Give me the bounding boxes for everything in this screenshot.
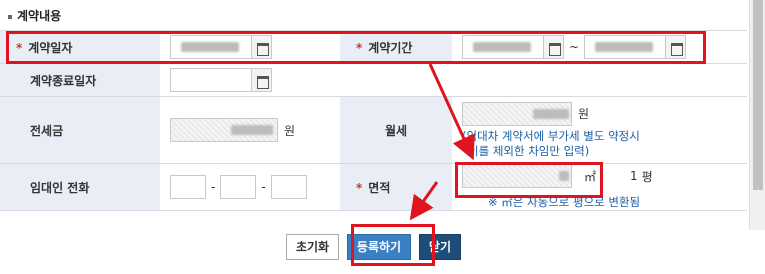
submit-button[interactable]: 등록하기 (346, 234, 412, 260)
monthly-rent-note-1: (임대차 계약서에 부가세 별도 약정시 (462, 128, 640, 143)
deposit-input[interactable] (170, 118, 278, 142)
calendar-icon[interactable] (666, 35, 687, 59)
button-bar: 초기화 등록하기 닫기 (0, 234, 747, 260)
tenant-phone-label: 임대인 전화 (0, 163, 160, 211)
bullet-icon (8, 14, 12, 19)
pyeong-value: 1 (630, 169, 638, 183)
area-cell: ㎡ 1 평 ※ ㎡은 자동으로 평으로 변환됨 (452, 163, 747, 211)
phone-separator: - (211, 180, 216, 194)
contract-period-start-input[interactable] (462, 35, 544, 59)
contract-end-date-label: 계약종료일자 (0, 63, 160, 97)
contract-date-cell (160, 30, 340, 64)
tenant-phone-cell: -- (160, 163, 340, 211)
section-title: 계약내용 (8, 7, 61, 24)
area-unit: ㎡ (584, 169, 597, 184)
monthly-rent-label: 월세 (340, 96, 452, 164)
contract-end-date-cell (160, 63, 340, 97)
contract-date-label: 계약일자 (0, 30, 160, 64)
calendar-icon[interactable] (544, 35, 564, 59)
contract-form: 계약일자 계약기간 ~ 계약종료일자 전세금 원 월세 원 (임대차 계약서에 … (0, 30, 747, 211)
period-separator: ~ (569, 40, 580, 54)
phone-part-3-input[interactable] (270, 175, 307, 199)
pyeong-unit: 평 (641, 169, 653, 184)
monthly-rent-note-2: 이를 제외한 차임만 입력) (468, 143, 590, 158)
monthly-rent-cell: 원 (임대차 계약서에 부가세 별도 약정시 이를 제외한 차임만 입력) (452, 96, 747, 164)
section-title-text: 계약내용 (17, 9, 62, 23)
area-note: ※ ㎡은 자동으로 평으로 변환됨 (488, 195, 641, 209)
reset-button[interactable]: 초기화 (285, 234, 340, 260)
close-button[interactable]: 닫기 (418, 234, 462, 260)
contract-period-cell: ~ (452, 30, 747, 64)
phone-part-1-input[interactable] (170, 175, 206, 199)
scrollbar[interactable] (749, 0, 765, 230)
deposit-cell: 원 (160, 96, 340, 164)
contract-date-input[interactable] (170, 35, 252, 59)
monthly-rent-input[interactable] (462, 101, 572, 126)
deposit-unit: 원 (284, 123, 296, 138)
contract-period-label: 계약기간 (340, 30, 452, 64)
empty-cell (340, 63, 747, 97)
phone-part-2-input[interactable] (220, 175, 257, 199)
calendar-icon[interactable] (252, 68, 272, 92)
monthly-rent-unit: 원 (578, 107, 590, 121)
area-input[interactable] (462, 164, 572, 188)
contract-end-date-input[interactable] (170, 68, 252, 92)
contract-period-end-input[interactable] (584, 35, 667, 59)
phone-separator: - (261, 180, 266, 194)
calendar-icon[interactable] (252, 35, 272, 59)
scrollbar-thumb[interactable] (753, 0, 763, 190)
area-label: 면적 (340, 163, 452, 211)
deposit-label: 전세금 (0, 96, 160, 164)
